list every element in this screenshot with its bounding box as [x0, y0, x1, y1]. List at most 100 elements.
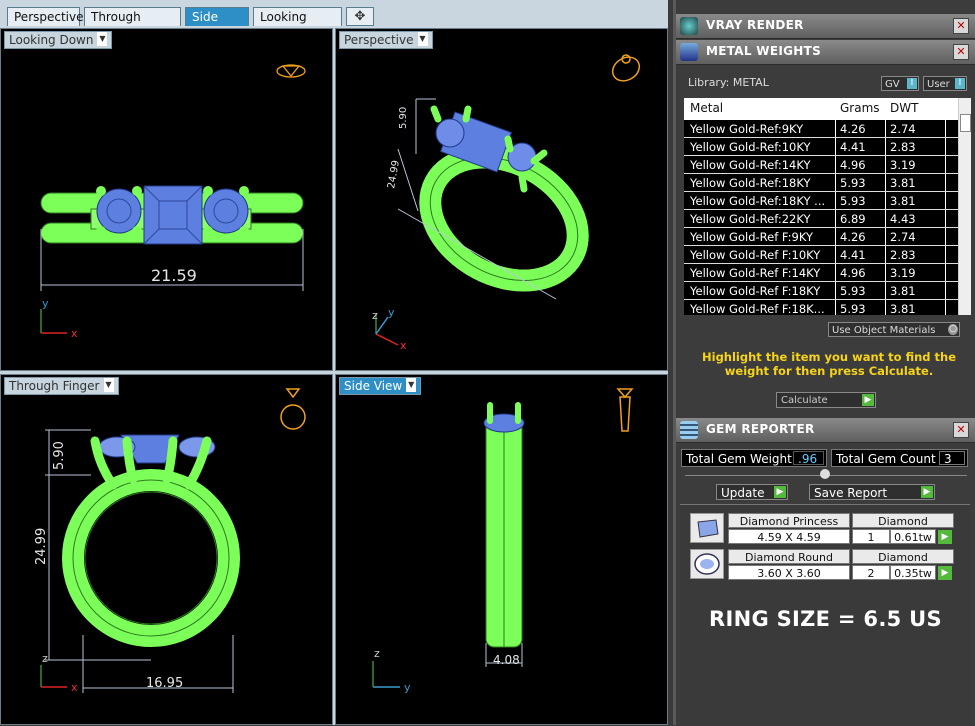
- gem-select-arrow-icon[interactable]: ▶: [938, 566, 952, 580]
- axis-label-x: x: [71, 327, 78, 340]
- update-button[interactable]: Update ▶: [716, 484, 788, 500]
- gem-item-princess[interactable]: Diamond Princess Diamond 4.59 X 4.59 1 0…: [690, 513, 954, 545]
- dwt-cell: 2.74: [890, 230, 916, 244]
- dwt-cell: 2.83: [890, 140, 916, 154]
- round-cut-gem-icon: [690, 549, 724, 579]
- column-separator: [885, 174, 886, 191]
- user-toggle[interactable]: User I: [923, 76, 967, 91]
- viewport-tab-bar: Perspective Through Finger Side View Loo…: [0, 0, 668, 43]
- dimension-head-height: 5.90: [52, 441, 67, 470]
- axis-label-z: z: [42, 652, 48, 665]
- dwt-cell: 3.19: [890, 266, 916, 280]
- dimension-width: 21.59: [151, 266, 197, 285]
- viewport-perspective[interactable]: Perspective ▼ 5.90 24.99 z y x: [335, 28, 668, 371]
- column-separator: [885, 138, 886, 155]
- play-icon: ▶: [921, 486, 933, 498]
- column-separator: [835, 120, 836, 137]
- viewport-through-finger[interactable]: Through Finger ▼ 5.90 24.99 16.95 z x: [0, 374, 333, 725]
- viewport-divider-vertical[interactable]: [333, 28, 335, 725]
- metal-name-cell: Yellow Gold-Ref:18KY: [690, 176, 811, 190]
- tab-looking-down[interactable]: Looking Down: [253, 7, 342, 43]
- scrollbar-thumb[interactable]: [960, 114, 971, 132]
- metal-name-cell: Yellow Gold-Ref F:10KY: [690, 248, 821, 262]
- library-label: Library: METAL: [688, 76, 769, 89]
- table-row[interactable]: Yellow Gold-Ref F:10KY 4.41 2.83: [684, 246, 959, 264]
- column-separator: [945, 138, 946, 155]
- grams-cell: 4.26: [840, 230, 866, 244]
- table-row[interactable]: Yellow Gold-Ref F:9KY 4.26 2.74: [684, 228, 959, 246]
- gem-item-round[interactable]: Diamond Round Diamond 3.60 X 3.60 2 0.35…: [690, 549, 954, 581]
- column-header-dwt[interactable]: DWT: [890, 101, 918, 115]
- column-separator: [945, 300, 946, 315]
- table-row[interactable]: Yellow Gold-Ref:22KY 6.89 4.43: [684, 210, 959, 228]
- dwt-cell: 3.19: [890, 158, 916, 172]
- right-panel: VRAY RENDER ✕ METAL WEIGHTS ✕ Library: M…: [673, 0, 975, 726]
- table-row[interactable]: Yellow Gold-Ref:18KY 5.93 3.81: [684, 174, 959, 192]
- axis-label-z: z: [374, 647, 380, 660]
- play-icon: ▶: [774, 486, 786, 498]
- column-separator: [885, 210, 886, 227]
- grams-cell: 5.93: [840, 284, 866, 298]
- ring-top-view: 21.59 y x: [40, 64, 306, 340]
- table-row[interactable]: Yellow Gold-Ref:10KY 4.41 2.83: [684, 138, 959, 156]
- dimension-side-width: 4.08: [493, 653, 520, 667]
- tab-side-view[interactable]: Side View: [185, 7, 249, 43]
- viewport-looking-down[interactable]: Looking Down ▼ 21.59 y x: [0, 28, 333, 371]
- table-header: Metal Grams DWT: [684, 98, 959, 118]
- grams-cell: 4.41: [840, 140, 866, 154]
- vray-title: VRAY RENDER: [706, 18, 804, 32]
- grams-cell: 5.93: [840, 194, 866, 208]
- column-separator: [835, 174, 836, 191]
- gem-select-arrow-icon[interactable]: ▶: [938, 530, 952, 544]
- column-header-metal[interactable]: Metal: [690, 101, 723, 115]
- grams-cell: 4.41: [840, 248, 866, 262]
- ring-perspective-view: 5.90 24.99 z y x: [372, 54, 641, 352]
- gv-toggle[interactable]: GV I: [881, 76, 919, 91]
- viewport-side-view[interactable]: Side View ▼ 4.08 z y: [335, 374, 668, 725]
- calculate-button[interactable]: Calculate ▶: [776, 392, 876, 408]
- princess-cut-gem-icon: [690, 513, 724, 543]
- dwt-cell: 2.74: [890, 122, 916, 136]
- table-row[interactable]: Yellow Gold-Ref:14KY 4.96 3.19: [684, 156, 959, 174]
- gem-material: Diamond: [852, 513, 954, 528]
- close-icon[interactable]: ✕: [953, 44, 969, 60]
- table-scrollbar[interactable]: [958, 98, 971, 315]
- gem-reporter-header[interactable]: GEM REPORTER ✕: [676, 418, 975, 443]
- table-row[interactable]: Yellow Gold-Ref:9KY 4.26 2.74: [684, 120, 959, 138]
- ring-orientation-icon: [276, 64, 306, 78]
- column-separator: [945, 174, 946, 191]
- table-row[interactable]: Yellow Gold-Ref F:18K... 5.93 3.81: [684, 300, 959, 315]
- gem-count: 2: [852, 565, 890, 580]
- add-tab-button[interactable]: ✥: [346, 7, 374, 26]
- dimension-height: 5.90: [398, 107, 409, 129]
- save-report-button[interactable]: Save Report ▶: [809, 484, 935, 500]
- column-separator: [885, 300, 886, 315]
- metal-name-cell: Yellow Gold-Ref:22KY: [690, 212, 811, 226]
- close-icon[interactable]: ✕: [953, 422, 969, 438]
- column-separator: [835, 210, 836, 227]
- column-separator: [885, 120, 886, 137]
- dwt-cell: 3.81: [890, 194, 916, 208]
- table-row[interactable]: Yellow Gold-Ref:18KY ... 5.93 3.81: [684, 192, 959, 210]
- table-row[interactable]: Yellow Gold-Ref F:14KY 4.96 3.19: [684, 264, 959, 282]
- column-separator: [835, 282, 836, 299]
- metal-name-cell: Yellow Gold-Ref F:18K...: [690, 302, 825, 315]
- tab-through-finger[interactable]: Through Finger: [84, 7, 181, 43]
- metal-weights-header[interactable]: METAL WEIGHTS ✕: [676, 40, 975, 65]
- grams-cell: 5.93: [840, 302, 866, 315]
- metal-weights-table[interactable]: Metal Grams DWT Yellow Gold-Ref:9KY 4.26 2…: [684, 98, 971, 315]
- grams-cell: 4.26: [840, 122, 866, 136]
- dwt-cell: 3.81: [890, 176, 916, 190]
- column-separator: [835, 300, 836, 315]
- gem-name: Diamond Princess: [728, 513, 850, 528]
- use-object-materials-toggle[interactable]: Use Object Materials ○: [828, 322, 960, 337]
- splitter-handle[interactable]: [820, 469, 830, 479]
- axis-label-x: x: [400, 339, 407, 352]
- dwt-cell: 3.81: [890, 302, 916, 315]
- column-separator: [885, 228, 886, 245]
- tab-perspective[interactable]: Perspective: [7, 7, 84, 26]
- column-header-grams[interactable]: Grams: [840, 101, 880, 115]
- close-icon[interactable]: ✕: [953, 18, 969, 34]
- vray-render-header[interactable]: VRAY RENDER ✕: [676, 14, 975, 39]
- table-row[interactable]: Yellow Gold-Ref F:18KY 5.93 3.81: [684, 282, 959, 300]
